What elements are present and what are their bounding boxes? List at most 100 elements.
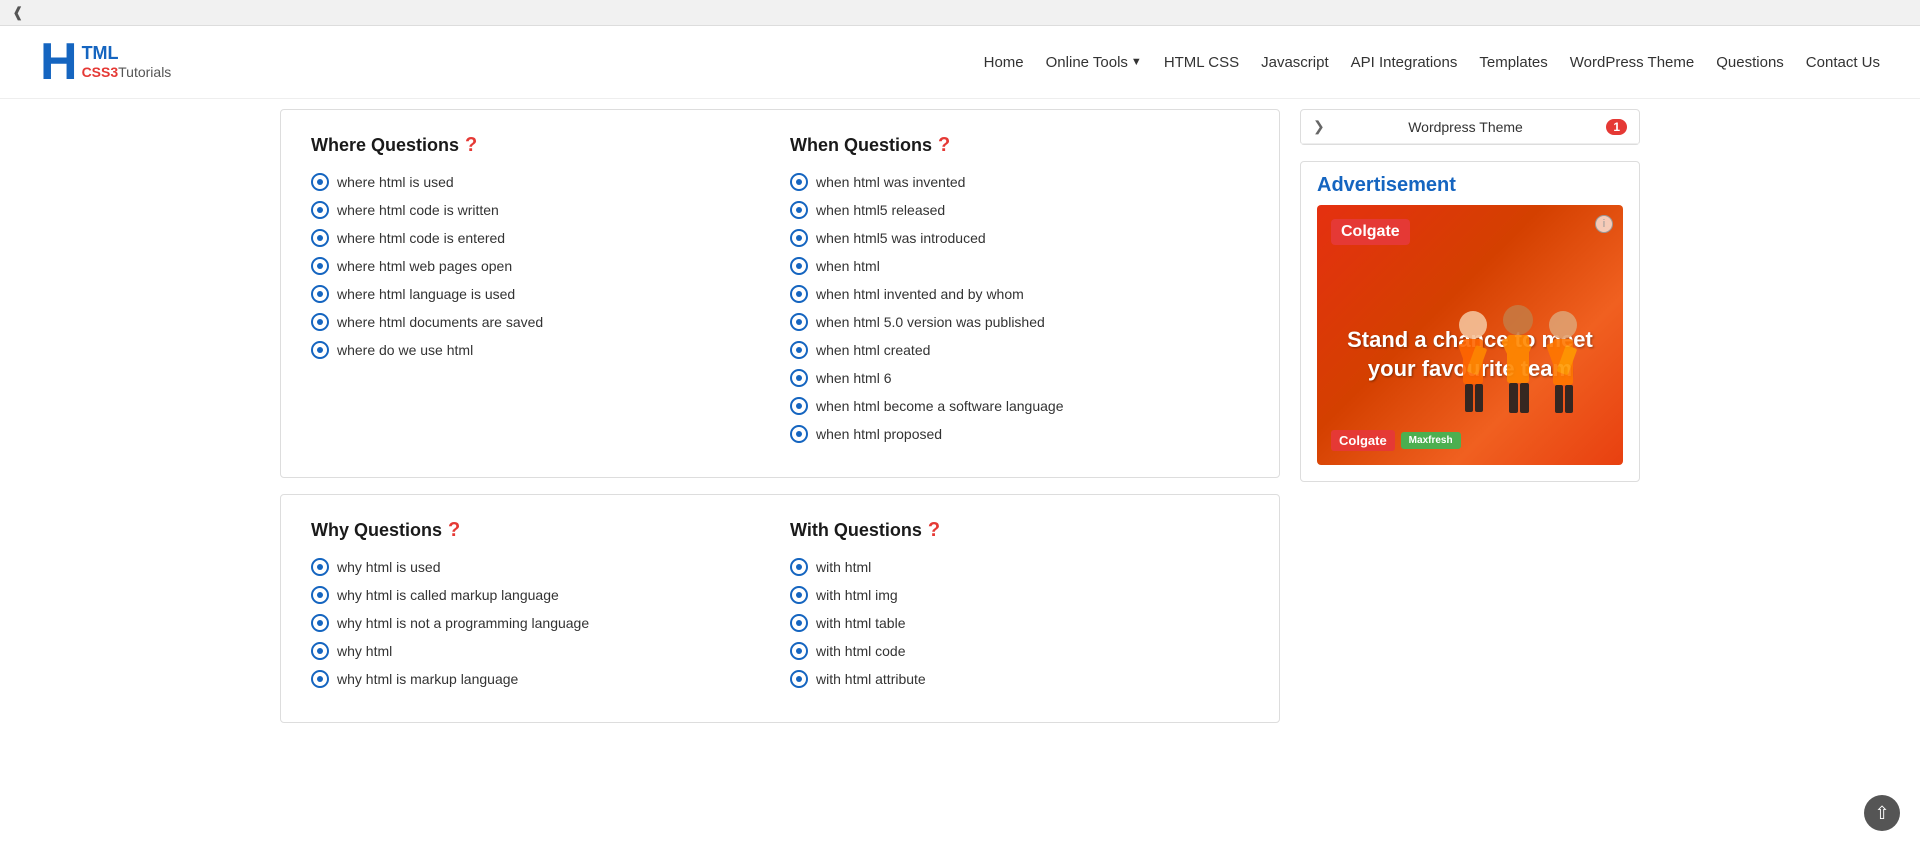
with-questions-col: With Questions ? with html with html img… bbox=[780, 519, 1259, 698]
ad-image-container: Colgate i bbox=[1317, 205, 1623, 465]
why-with-card: Why Questions ? why html is used why htm… bbox=[280, 494, 1280, 723]
when-question-mark: ? bbox=[938, 134, 950, 157]
where-when-card: Where Questions ? where html is used whe… bbox=[280, 109, 1280, 478]
list-item[interactable]: when html become a software language bbox=[790, 397, 1249, 415]
bullet-icon bbox=[311, 614, 329, 632]
when-section-title: When Questions ? bbox=[790, 134, 1249, 157]
bullet-icon bbox=[311, 285, 329, 303]
advertisement-title: Advertisement bbox=[1301, 162, 1639, 205]
bullet-icon bbox=[790, 586, 808, 604]
list-item[interactable]: when html5 released bbox=[790, 201, 1249, 219]
list-item[interactable]: when html invented and by whom bbox=[790, 285, 1249, 303]
ad-colgate-logo: Colgate bbox=[1331, 219, 1410, 245]
sidebar-item-wordpress[interactable]: ❯ Wordpress Theme 1 bbox=[1301, 110, 1639, 144]
nav-home[interactable]: Home bbox=[984, 54, 1024, 71]
bullet-icon bbox=[311, 229, 329, 247]
ad-maxfresh-brand: Maxfresh bbox=[1401, 432, 1461, 449]
nav-wordpress-theme[interactable]: WordPress Theme bbox=[1570, 54, 1695, 71]
nav-api-integrations[interactable]: API Integrations bbox=[1351, 54, 1458, 71]
ad-colgate-brand: Colgate bbox=[1331, 430, 1395, 451]
questions-grid-where-when: Where Questions ? where html is used whe… bbox=[301, 134, 1259, 453]
list-item[interactable]: where do we use html bbox=[311, 341, 770, 359]
ad-product: Colgate Maxfresh bbox=[1331, 430, 1461, 451]
tab-chevron[interactable]: ❰ bbox=[12, 4, 24, 21]
list-item[interactable]: when html was invented bbox=[790, 173, 1249, 191]
when-question-list: when html was invented when html5 releas… bbox=[790, 173, 1249, 443]
list-item[interactable]: where html language is used bbox=[311, 285, 770, 303]
nav-links: Home Online Tools ▼ HTML CSS Javascript … bbox=[984, 54, 1880, 71]
bullet-icon bbox=[311, 313, 329, 331]
why-questions-col: Why Questions ? why html is used why htm… bbox=[301, 519, 780, 698]
where-questions-col: Where Questions ? where html is used whe… bbox=[301, 134, 780, 453]
list-item[interactable]: when html created bbox=[790, 341, 1249, 359]
sidebar-wordpress-card: ❯ Wordpress Theme 1 bbox=[1300, 109, 1640, 145]
logo-letter-h: H bbox=[40, 36, 78, 88]
scroll-top-button[interactable]: ⇧ bbox=[1864, 795, 1900, 831]
list-item[interactable]: with html attribute bbox=[790, 670, 1249, 688]
with-question-mark: ? bbox=[928, 519, 940, 542]
bullet-icon bbox=[311, 341, 329, 359]
chevron-right-icon: ❯ bbox=[1313, 118, 1325, 135]
logo-html: TML bbox=[82, 43, 172, 65]
nav-questions[interactable]: Questions bbox=[1716, 54, 1784, 71]
bullet-icon bbox=[790, 341, 808, 359]
list-item[interactable]: with html img bbox=[790, 586, 1249, 604]
where-section-title: Where Questions ? bbox=[311, 134, 770, 157]
where-question-mark: ? bbox=[465, 134, 477, 157]
questions-grid-why-with: Why Questions ? why html is used why htm… bbox=[301, 519, 1259, 698]
list-item[interactable]: when html5 was introduced bbox=[790, 229, 1249, 247]
list-item[interactable]: why html bbox=[311, 642, 770, 660]
bullet-icon bbox=[790, 229, 808, 247]
list-item[interactable]: why html is markup language bbox=[311, 670, 770, 688]
nav-javascript[interactable]: Javascript bbox=[1261, 54, 1329, 71]
list-item[interactable]: where html is used bbox=[311, 173, 770, 191]
logo-css3tutorials: CSS3Tutorials bbox=[82, 64, 172, 81]
nav-templates[interactable]: Templates bbox=[1479, 54, 1547, 71]
ad-info-icon[interactable]: i bbox=[1595, 215, 1613, 233]
page-layout: Where Questions ? where html is used whe… bbox=[260, 99, 1660, 749]
bullet-icon bbox=[790, 313, 808, 331]
nav-html-css[interactable]: HTML CSS bbox=[1164, 54, 1239, 71]
list-item[interactable]: when html 6 bbox=[790, 369, 1249, 387]
nav-contact-us[interactable]: Contact Us bbox=[1806, 54, 1880, 71]
list-item[interactable]: where html web pages open bbox=[311, 257, 770, 275]
chevron-down-icon: ▼ bbox=[1131, 56, 1142, 68]
where-question-list: where html is used where html code is wr… bbox=[311, 173, 770, 359]
bullet-icon bbox=[311, 670, 329, 688]
bullet-icon bbox=[790, 257, 808, 275]
ad-players-illustration bbox=[1413, 275, 1613, 435]
sidebar-advertisement-card: Advertisement Colgate i bbox=[1300, 161, 1640, 482]
logo[interactable]: H TML CSS3Tutorials bbox=[40, 36, 171, 88]
list-item[interactable]: with html table bbox=[790, 614, 1249, 632]
bullet-icon bbox=[790, 285, 808, 303]
list-item[interactable]: where html documents are saved bbox=[311, 313, 770, 331]
when-questions-col: When Questions ? when html was invented … bbox=[780, 134, 1259, 453]
list-item[interactable]: when html proposed bbox=[790, 425, 1249, 443]
main-content: Where Questions ? where html is used whe… bbox=[280, 109, 1280, 739]
list-item[interactable]: why html is not a programming language bbox=[311, 614, 770, 632]
bullet-icon bbox=[311, 558, 329, 576]
why-section-title: Why Questions ? bbox=[311, 519, 770, 542]
list-item[interactable]: with html code bbox=[790, 642, 1249, 660]
nav-online-tools[interactable]: Online Tools ▼ bbox=[1046, 54, 1142, 71]
browser-tab: ❰ bbox=[0, 0, 1920, 26]
list-item[interactable]: when html bbox=[790, 257, 1249, 275]
with-question-list: with html with html img with html table … bbox=[790, 558, 1249, 688]
list-item[interactable]: when html 5.0 version was published bbox=[790, 313, 1249, 331]
list-item[interactable]: where html code is written bbox=[311, 201, 770, 219]
bullet-icon bbox=[790, 369, 808, 387]
bullet-icon bbox=[790, 425, 808, 443]
list-item[interactable]: why html is used bbox=[311, 558, 770, 576]
list-item[interactable]: with html bbox=[790, 558, 1249, 576]
bullet-icon bbox=[790, 173, 808, 191]
navbar: H TML CSS3Tutorials Home Online Tools ▼ … bbox=[0, 26, 1920, 99]
logo-text: TML CSS3Tutorials bbox=[82, 43, 172, 81]
bullet-icon bbox=[311, 201, 329, 219]
sidebar-wordpress-label: Wordpress Theme bbox=[1408, 119, 1523, 135]
bullet-icon bbox=[790, 670, 808, 688]
bullet-icon bbox=[790, 397, 808, 415]
bullet-icon bbox=[311, 173, 329, 191]
bullet-icon bbox=[790, 614, 808, 632]
list-item[interactable]: why html is called markup language bbox=[311, 586, 770, 604]
list-item[interactable]: where html code is entered bbox=[311, 229, 770, 247]
